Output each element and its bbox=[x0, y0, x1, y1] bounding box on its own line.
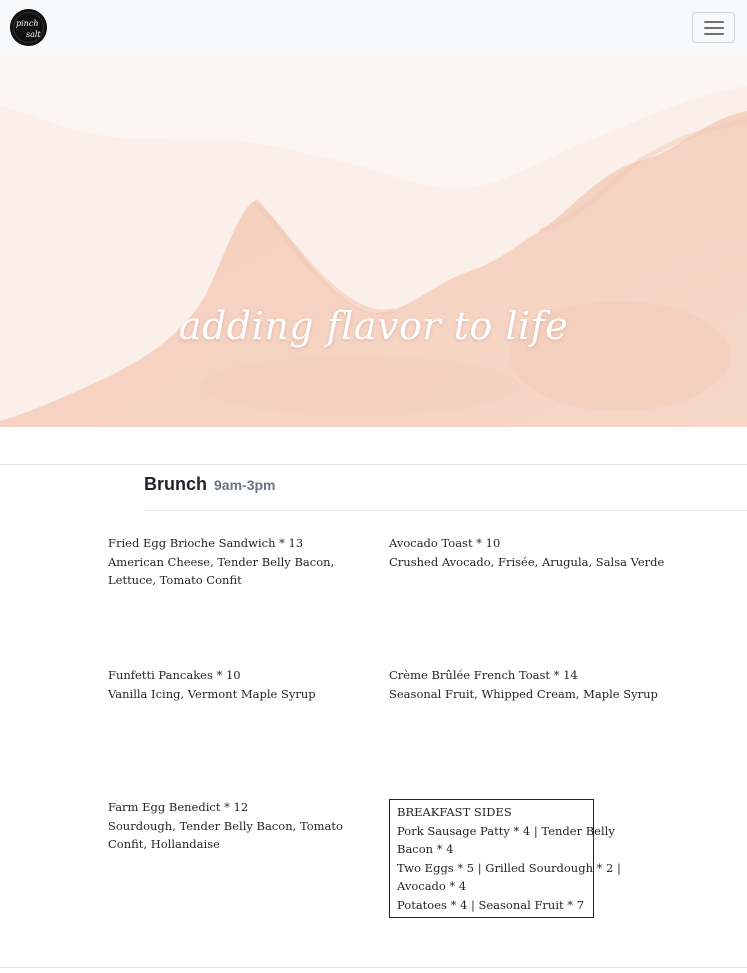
menu-item-name: Crème Brûlée French Toast * 14 bbox=[389, 668, 578, 682]
menu-item-funfetti-pancakes: Funfetti Pancakes * 10 Vanilla Icing, Ve… bbox=[108, 666, 370, 703]
section-hours: 9am-3pm bbox=[214, 477, 276, 493]
section-title: Brunch bbox=[144, 474, 207, 494]
menu-item-avocado-toast: Avocado Toast * 10 Crushed Avocado, Fris… bbox=[389, 534, 689, 571]
hero-banner: adding flavor to life bbox=[0, 56, 747, 427]
menu-item-name: Funfetti Pancakes * 10 bbox=[108, 668, 241, 682]
menu-item-farm-egg-benedict: Farm Egg Benedict * 12 Sourdough, Tender… bbox=[108, 798, 370, 854]
hamburger-menu-icon bbox=[704, 21, 724, 23]
section-divider-bottom bbox=[0, 967, 747, 968]
logo-text-line1: pinch bbox=[16, 19, 38, 28]
menu-item-fried-egg-brioche: Fried Egg Brioche Sandwich * 13 American… bbox=[108, 534, 366, 590]
menu-item-description: Crushed Avocado, Frisée, Arugula, Salsa … bbox=[389, 554, 665, 569]
menu-item-description: Seasonal Fruit, Whipped Cream, Maple Syr… bbox=[389, 686, 658, 701]
menu-toggle-button[interactable] bbox=[692, 12, 735, 43]
hero-background-image bbox=[0, 56, 747, 427]
menu-item-name: Fried Egg Brioche Sandwich * 13 bbox=[108, 536, 304, 550]
breakfast-sides-line: Pork Sausage Patty * 4 | Tender Belly bbox=[397, 823, 615, 838]
logo-text-line2: salt bbox=[26, 30, 41, 39]
section-divider-top bbox=[0, 464, 747, 465]
pinch-salt-logo-icon[interactable]: pinch salt bbox=[10, 9, 47, 46]
menu-item-description: Vanilla Icing, Vermont Maple Syrup bbox=[108, 686, 316, 701]
breakfast-sides-line: Avocado * 4 bbox=[397, 879, 467, 893]
menu-item-name: Farm Egg Benedict * 12 bbox=[108, 800, 249, 814]
menu-item-name: Avocado Toast * 10 bbox=[389, 536, 501, 550]
menu-item-description: Sourdough, Tender Belly Bacon, Tomato Co… bbox=[108, 818, 343, 852]
breakfast-sides-line: Bacon * 4 bbox=[397, 842, 454, 856]
breakfast-sides-title: BREAKFAST SIDES bbox=[397, 805, 512, 819]
section-heading: Brunch 9am-3pm bbox=[144, 474, 275, 495]
breakfast-sides-box: BREAKFAST SIDES Pork Sausage Patty * 4 |… bbox=[389, 799, 621, 918]
hero-tagline: adding flavor to life bbox=[178, 304, 569, 348]
section-heading-underline bbox=[144, 510, 747, 511]
menu-item-creme-brulee-french-toast: Crème Brûlée French Toast * 14 Seasonal … bbox=[389, 666, 689, 703]
top-navbar: pinch salt bbox=[0, 0, 747, 56]
breakfast-sides-line: Two Eggs * 5 | Grilled Sourdough * 2 | bbox=[397, 860, 621, 875]
breakfast-sides-line: Potatoes * 4 | Seasonal Fruit * 7 bbox=[397, 897, 585, 912]
menu-item-description: American Cheese, Tender Belly Bacon, Let… bbox=[108, 554, 335, 588]
